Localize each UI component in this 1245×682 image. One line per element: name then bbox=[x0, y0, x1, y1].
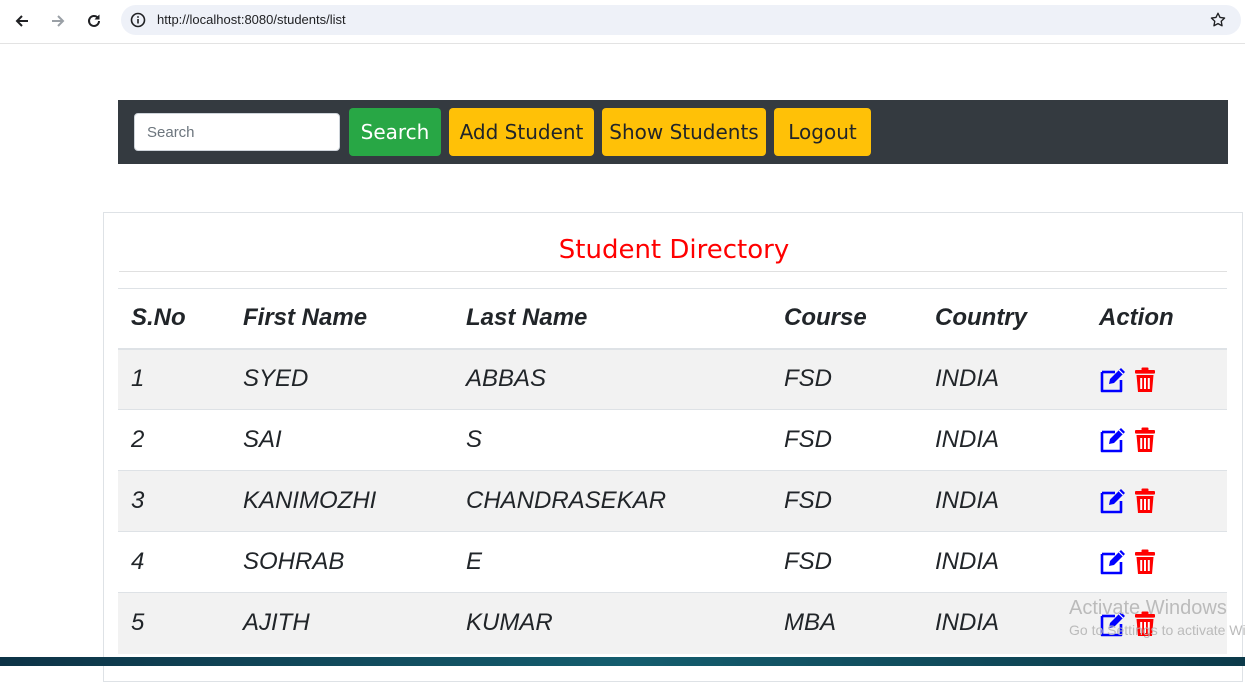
cell-sno: 5 bbox=[118, 592, 230, 654]
edit-icon[interactable] bbox=[1099, 426, 1127, 454]
search-input[interactable] bbox=[134, 113, 340, 151]
divider bbox=[119, 271, 1227, 272]
cell-sno: 1 bbox=[118, 348, 230, 410]
navbar: Search Add Student Show Students Logout bbox=[118, 100, 1228, 164]
cell-country: INDIA bbox=[922, 531, 1086, 593]
cell-first-name: KANIMOZHI bbox=[230, 470, 453, 532]
cell-country: INDIA bbox=[922, 592, 1086, 654]
cell-course: FSD bbox=[771, 348, 922, 410]
column-header-country: Country bbox=[922, 288, 1086, 350]
logout-button[interactable]: Logout bbox=[774, 108, 871, 156]
search-button[interactable]: Search bbox=[349, 108, 441, 156]
cell-last-name: S bbox=[453, 409, 771, 471]
cell-course: FSD bbox=[771, 409, 922, 471]
add-student-button[interactable]: Add Student bbox=[449, 108, 594, 156]
column-header-course: Course bbox=[771, 288, 922, 350]
column-header-action: Action bbox=[1086, 288, 1227, 350]
page-title: Student Directory bbox=[558, 235, 790, 265]
reload-icon[interactable] bbox=[82, 9, 106, 33]
cell-sno: 3 bbox=[118, 470, 230, 532]
table-row: 3 KANIMOZHI CHANDRASEKAR FSD INDIA bbox=[118, 470, 1227, 532]
cell-sno: 4 bbox=[118, 531, 230, 593]
table-row: 4 SOHRAB E FSD INDIA bbox=[118, 531, 1227, 593]
cell-action bbox=[1086, 409, 1227, 471]
trash-icon[interactable] bbox=[1131, 426, 1159, 454]
edit-icon[interactable] bbox=[1099, 548, 1127, 576]
site-info-icon[interactable] bbox=[130, 12, 146, 28]
cell-country: INDIA bbox=[922, 409, 1086, 471]
url-text: http://localhost:8080/students/list bbox=[157, 12, 346, 27]
table-row: 5 AJITH KUMAR MBA INDIA bbox=[118, 592, 1227, 654]
cell-first-name: SAI bbox=[230, 409, 453, 471]
activate-windows-watermark: Activate Windows Go to Settings to activ… bbox=[1069, 596, 1245, 640]
cell-course: FSD bbox=[771, 531, 922, 593]
cell-country: INDIA bbox=[922, 348, 1086, 410]
watermark-title: Activate Windows bbox=[1069, 597, 1227, 619]
show-students-button[interactable]: Show Students bbox=[602, 108, 766, 156]
edit-icon[interactable] bbox=[1099, 366, 1127, 394]
cell-action bbox=[1086, 348, 1227, 410]
students-table: S.No First Name Last Name Course Country… bbox=[118, 288, 1227, 654]
cell-action bbox=[1086, 470, 1227, 532]
column-header-first-name: First Name bbox=[230, 288, 453, 350]
cell-last-name: KUMAR bbox=[453, 592, 771, 654]
cell-action bbox=[1086, 531, 1227, 593]
address-bar[interactable]: http://localhost:8080/students/list bbox=[121, 5, 1241, 35]
forward-arrow-icon[interactable] bbox=[46, 9, 70, 33]
cell-sno: 2 bbox=[118, 409, 230, 471]
trash-icon[interactable] bbox=[1131, 548, 1159, 576]
table-row: 2 SAI S FSD INDIA bbox=[118, 409, 1227, 471]
trash-icon[interactable] bbox=[1131, 487, 1159, 515]
cell-course: MBA bbox=[771, 592, 922, 654]
trash-icon[interactable] bbox=[1131, 366, 1159, 394]
bookmark-star-icon[interactable] bbox=[1209, 11, 1227, 29]
watermark-subtitle: Go to Settings to activate Windows. bbox=[1069, 622, 1245, 638]
cell-last-name: E bbox=[453, 531, 771, 593]
taskbar bbox=[0, 657, 1245, 666]
cell-course: FSD bbox=[771, 470, 922, 532]
cell-country: INDIA bbox=[922, 470, 1086, 532]
cell-first-name: SOHRAB bbox=[230, 531, 453, 593]
cell-last-name: CHANDRASEKAR bbox=[453, 470, 771, 532]
edit-icon[interactable] bbox=[1099, 487, 1127, 515]
browser-toolbar: http://localhost:8080/students/list bbox=[0, 0, 1245, 44]
column-header-last-name: Last Name bbox=[453, 288, 771, 350]
back-arrow-icon[interactable] bbox=[10, 9, 34, 33]
students-table-wrapper: S.No First Name Last Name Course Country… bbox=[118, 288, 1227, 654]
table-row: 1 SYED ABBAS FSD INDIA bbox=[118, 348, 1227, 410]
table-header-row: S.No First Name Last Name Course Country… bbox=[118, 288, 1227, 350]
column-header-sno: S.No bbox=[118, 288, 230, 350]
cell-first-name: AJITH bbox=[230, 592, 453, 654]
cell-last-name: ABBAS bbox=[453, 348, 771, 410]
cell-first-name: SYED bbox=[230, 348, 453, 410]
